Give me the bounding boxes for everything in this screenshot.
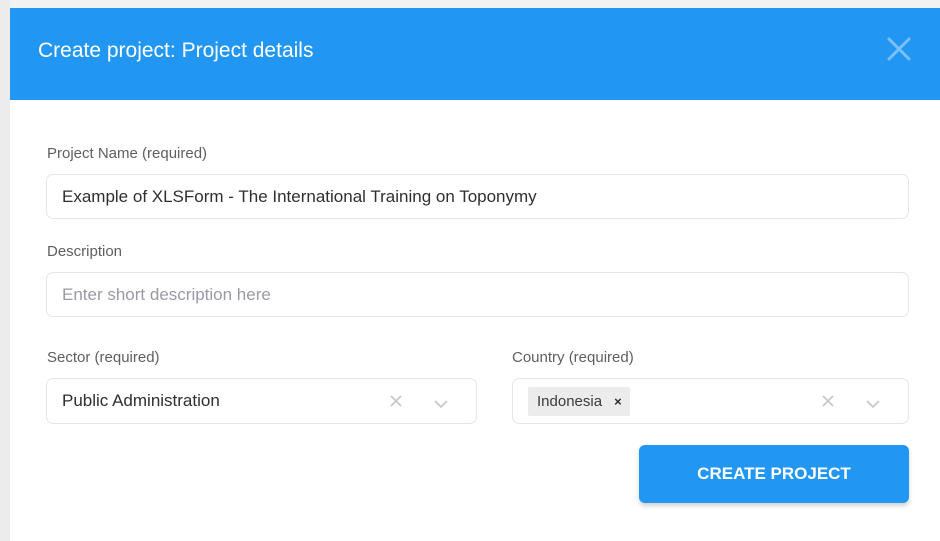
sector-chevron-down-icon[interactable]	[433, 396, 449, 414]
project-name-label: Project Name (required)	[47, 145, 208, 162]
country-chip: Indonesia ×	[528, 387, 630, 416]
description-placeholder: Enter short description here	[62, 285, 271, 304]
sector-label: Sector (required)	[47, 349, 160, 366]
description-label: Description	[47, 243, 123, 260]
description-input[interactable]: Enter short description here	[46, 272, 909, 317]
close-icon[interactable]	[884, 34, 914, 64]
project-name-value: Example of XLSForm - The International T…	[62, 187, 537, 206]
backdrop-strip	[0, 0, 10, 541]
modal-header: Create project: Project details	[10, 8, 940, 100]
sector-value: Public Administration	[62, 391, 220, 410]
create-project-modal: Create project: Project details Project …	[10, 8, 940, 541]
modal-title: Create project: Project details	[38, 39, 314, 62]
country-select[interactable]: Indonesia ×	[512, 378, 909, 424]
country-clear-icon[interactable]	[821, 394, 835, 413]
sector-select[interactable]: Public Administration	[46, 378, 477, 424]
sector-clear-icon[interactable]	[389, 394, 403, 413]
country-chevron-down-icon[interactable]	[865, 396, 881, 414]
create-project-button[interactable]: CREATE PROJECT	[639, 445, 909, 503]
project-name-input[interactable]: Example of XLSForm - The International T…	[46, 174, 909, 219]
country-chip-label: Indonesia	[537, 393, 603, 410]
country-label: Country (required)	[512, 349, 634, 366]
chip-remove-icon[interactable]: ×	[614, 387, 622, 416]
